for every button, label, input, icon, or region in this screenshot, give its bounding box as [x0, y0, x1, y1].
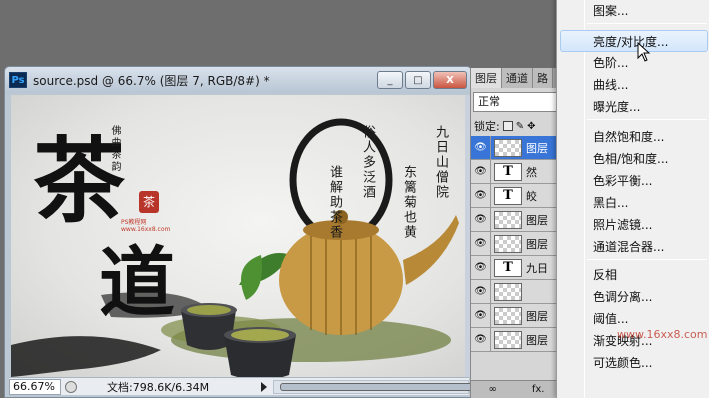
layer-style-button[interactable]: fx.: [532, 384, 545, 395]
menu-item[interactable]: 色彩平衡...: [557, 170, 709, 192]
layer-name[interactable]: 图层: [526, 332, 548, 348]
menu-item[interactable]: 通道混合器...: [557, 236, 709, 258]
document-size: 文档:798.6K/6.34M: [107, 380, 210, 394]
menu-item[interactable]: 亮度/对比度...: [560, 30, 708, 52]
lock-paint-icon[interactable]: ✎: [516, 121, 524, 132]
text-layer-thumbnail: T: [494, 258, 522, 277]
visibility-eye-icon[interactable]: 👁: [471, 135, 491, 160]
maximize-button[interactable]: □: [405, 71, 431, 89]
link-layers-icon[interactable]: ∞: [489, 384, 497, 395]
menu-item[interactable]: 自然饱和度...: [557, 126, 709, 148]
layer-name[interactable]: 图层: [526, 236, 548, 252]
menu-item[interactable]: 曝光度...: [557, 96, 709, 118]
menu-item[interactable]: 照片滤镜...: [557, 214, 709, 236]
minimize-button[interactable]: _: [377, 71, 403, 89]
text-layer-thumbnail: T: [494, 186, 522, 205]
site-watermark: PS教程网 www.16xx8.com: [121, 219, 171, 233]
layer-name[interactable]: 皎: [526, 188, 537, 204]
layer-name[interactable]: 然: [526, 164, 537, 180]
ink-brush-stroke: [11, 336, 161, 377]
text-layer-thumbnail: T: [494, 162, 522, 181]
document-statusbar: 66.67% 文档:798.6K/6.34M: [9, 377, 480, 395]
lock-label: 锁定:: [474, 120, 500, 133]
layer-row[interactable]: 👁 图层: [471, 135, 562, 160]
layer-name[interactable]: 图层: [526, 140, 548, 156]
layer-thumbnail: [494, 306, 522, 325]
menu-item[interactable]: 可选颜色...: [557, 352, 709, 374]
horizontal-scrollbar[interactable]: [273, 379, 480, 394]
lock-row: 锁定: ✎ ✥: [471, 116, 562, 136]
menu-item[interactable]: 色相/饱和度...: [557, 148, 709, 170]
visibility-eye-icon[interactable]: 👁: [471, 231, 491, 256]
visibility-eye-icon[interactable]: 👁: [471, 303, 491, 328]
poem-column-1: 九日山僧院: [433, 125, 448, 200]
lock-transparency-icon[interactable]: [502, 121, 513, 131]
menu-item[interactable]: 图案...: [557, 0, 709, 22]
visibility-eye-icon[interactable]: 👁: [471, 183, 491, 208]
menu-item[interactable]: 反相: [557, 264, 709, 286]
document-window[interactable]: Ps source.psd @ 66.7% (图层 7, RGB/8#) * _…: [4, 66, 480, 398]
close-button[interactable]: X: [433, 71, 467, 89]
layer-thumbnail: [494, 282, 522, 301]
layer-name[interactable]: 图层: [526, 212, 548, 228]
layer-row[interactable]: 👁: [471, 279, 562, 304]
menu-item[interactable]: 色阶...: [557, 52, 709, 74]
panel-tabs: 图层 通道 路: [471, 68, 562, 88]
menu-item[interactable]: 黑白...: [557, 192, 709, 214]
tab-layers[interactable]: 图层: [471, 68, 502, 88]
menu-separator: [587, 23, 707, 24]
poem-column-4: 谁解助茶香: [327, 165, 342, 240]
layer-row[interactable]: 👁 T 皎: [471, 183, 562, 208]
layer-row[interactable]: 👁 图层: [471, 303, 562, 328]
layer-name[interactable]: 图层: [526, 308, 548, 324]
calligraphy-char-dao: 道: [99, 238, 175, 327]
visibility-eye-icon[interactable]: 👁: [471, 279, 491, 304]
tab-channels[interactable]: 通道: [502, 68, 533, 88]
visibility-eye-icon[interactable]: 👁: [471, 327, 491, 352]
layer-thumbnail: [494, 210, 522, 229]
zoom-field[interactable]: 66.67%: [9, 378, 61, 395]
layer-row[interactable]: 👁 图层: [471, 231, 562, 256]
tab-paths[interactable]: 路: [533, 68, 553, 88]
status-info-icon[interactable]: [65, 380, 77, 393]
layer-row[interactable]: 👁 T 九日: [471, 255, 562, 280]
layer-row[interactable]: 👁 图层: [471, 207, 562, 232]
visibility-eye-icon[interactable]: 👁: [471, 255, 491, 280]
layer-thumbnail: [494, 234, 522, 253]
layer-name[interactable]: 九日: [526, 260, 548, 276]
menu-item[interactable]: 曲线...: [557, 74, 709, 96]
adjustments-menu: 图案... 亮度/对比度... 色阶... 曲线... 曝光度... 自然饱和度... 色相…: [556, 0, 709, 398]
visibility-eye-icon[interactable]: 👁: [471, 207, 491, 232]
menu-item[interactable]: 阈值...: [557, 308, 709, 330]
layer-row[interactable]: 👁 T 然: [471, 159, 562, 184]
layer-row[interactable]: 👁 图层: [471, 327, 562, 352]
photoshop-icon: Ps: [9, 72, 27, 88]
menu-overlay-watermark: www.16xx8.com: [617, 328, 708, 341]
status-menu-arrow-icon[interactable]: [261, 381, 267, 392]
small-signature: 佛曲茶韵: [109, 125, 120, 173]
menu-item[interactable]: 色调分离...: [557, 286, 709, 308]
document-titlebar[interactable]: Ps source.psd @ 66.7% (图层 7, RGB/8#) * _…: [5, 67, 471, 93]
poem-column-2: 东篱菊也黄: [401, 165, 416, 240]
layer-list: 👁 图层 👁 T 然 👁 T 皎 👁 图层 👁 图层 👁 T 九日 👁 👁 图层 👁 图层: [471, 135, 562, 352]
red-seal: 茶: [139, 191, 159, 213]
menu-separator: [587, 119, 707, 120]
document-title: source.psd @ 66.7% (图层 7, RGB/8#) *: [33, 73, 270, 88]
layers-panel: 图层 通道 路 正常 锁定: ✎ ✥ 👁 图层 👁 T 然 👁 T 皎 👁 图层 👁 图层 👁 T 九日 👁 👁…: [470, 68, 562, 398]
green-leaf-2: [241, 255, 262, 300]
scrollbar-thumb[interactable]: [280, 382, 480, 391]
lock-move-icon[interactable]: ✥: [527, 121, 535, 132]
document-canvas[interactable]: 茶 道 佛曲茶韵 茶 PS教程网 www.16xx8.com 九日山僧院 东篱菊…: [11, 95, 465, 377]
mouse-cursor-icon: [637, 42, 651, 62]
poem-column-3: 俗人多泛酒: [360, 125, 375, 200]
layers-panel-footer: ∞ fx.: [471, 380, 562, 398]
menu-separator: [587, 259, 707, 260]
layer-thumbnail: [494, 330, 522, 349]
visibility-eye-icon[interactable]: 👁: [471, 159, 491, 184]
blend-mode-select[interactable]: 正常: [473, 92, 560, 112]
layer-thumbnail: [494, 138, 522, 157]
